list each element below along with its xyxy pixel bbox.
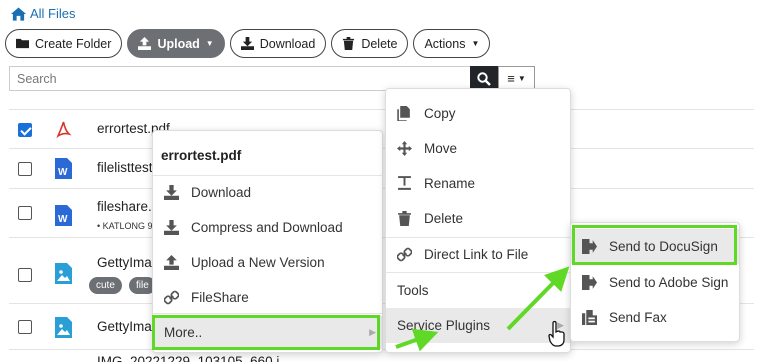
hand-cursor-icon [548,320,565,347]
annotation-arrows [395,266,570,352]
arrow-to-service-plugins [395,328,439,352]
